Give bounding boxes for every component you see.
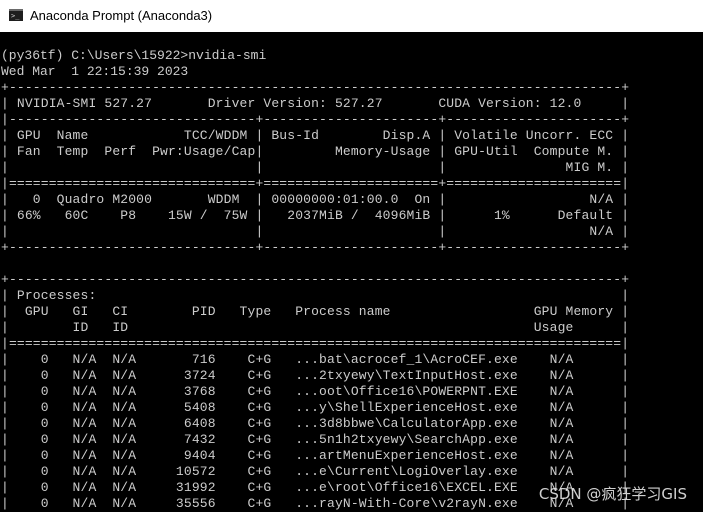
process-row: | 0 N/A N/A 7432 C+G ...5n1h2txyewy\Sear… bbox=[1, 432, 630, 447]
title-bar[interactable]: >_ Anaconda Prompt (Anaconda3) bbox=[0, 0, 703, 33]
gpu-row: | | | N/A | bbox=[1, 224, 630, 239]
smi-column-header: | | | MIG M. | bbox=[1, 160, 630, 175]
gpu-row: | 0 Quadro M2000 WDDM | 00000000:01:00.0… bbox=[1, 192, 630, 207]
smi-separator: |-------------------------------+-------… bbox=[1, 112, 630, 127]
smi-border-top: +---------------------------------------… bbox=[1, 80, 630, 95]
process-row: | 0 N/A N/A 3724 C+G ...2txyewy\TextInpu… bbox=[1, 368, 630, 383]
process-row: | 0 N/A N/A 6408 C+G ...3d8bbwe\Calculat… bbox=[1, 416, 630, 431]
process-row: | 0 N/A N/A 31992 C+G ...e\root\Office16… bbox=[1, 480, 630, 495]
console-output[interactable]: (py36tf) C:\Users\15922>nvidia-smi Wed M… bbox=[0, 32, 703, 512]
timestamp-line: Wed Mar 1 22:15:39 2023 bbox=[1, 64, 189, 79]
window-title: Anaconda Prompt (Anaconda3) bbox=[30, 8, 213, 23]
processes-border-top: +---------------------------------------… bbox=[1, 272, 630, 287]
process-row: | 0 N/A N/A 3768 C+G ...oot\Office16\POW… bbox=[1, 384, 630, 399]
smi-border-bottom: +-------------------------------+-------… bbox=[1, 240, 630, 255]
watermark: CSDN @疯狂学习GIS bbox=[538, 485, 687, 503]
processes-header: | GPU GI CI PID Type Process name GPU Me… bbox=[1, 304, 630, 319]
command-prompt-line: (py36tf) C:\Users\15922>nvidia-smi bbox=[1, 48, 267, 63]
processes-header: | ID ID Usage | bbox=[1, 320, 630, 335]
process-row: | 0 N/A N/A 9404 C+G ...artMenuExperienc… bbox=[1, 448, 630, 463]
gpu-row: | 66% 60C P8 15W / 75W | 2037MiB / 4096M… bbox=[1, 208, 630, 223]
process-row: | 0 N/A N/A 10572 C+G ...e\Current\LogiO… bbox=[1, 464, 630, 479]
console-window-icon: >_ bbox=[9, 9, 23, 21]
smi-version-line: | NVIDIA-SMI 527.27 Driver Version: 527.… bbox=[1, 96, 630, 111]
smi-column-header: | Fan Temp Perf Pwr:Usage/Cap| Memory-Us… bbox=[1, 144, 630, 159]
process-row: | 0 N/A N/A 35556 C+G ...rayN-With-Core\… bbox=[1, 496, 630, 511]
processes-title: | Processes: | bbox=[1, 288, 630, 303]
process-row: | 0 N/A N/A 716 C+G ...bat\acrocef_1\Acr… bbox=[1, 352, 630, 367]
processes-double-separator: |=======================================… bbox=[1, 336, 630, 351]
smi-column-header: | GPU Name TCC/WDDM | Bus-Id Disp.A | Vo… bbox=[1, 128, 630, 143]
process-row: | 0 N/A N/A 5408 C+G ...y\ShellExperienc… bbox=[1, 400, 630, 415]
smi-double-separator: |===============================+=======… bbox=[1, 176, 630, 191]
